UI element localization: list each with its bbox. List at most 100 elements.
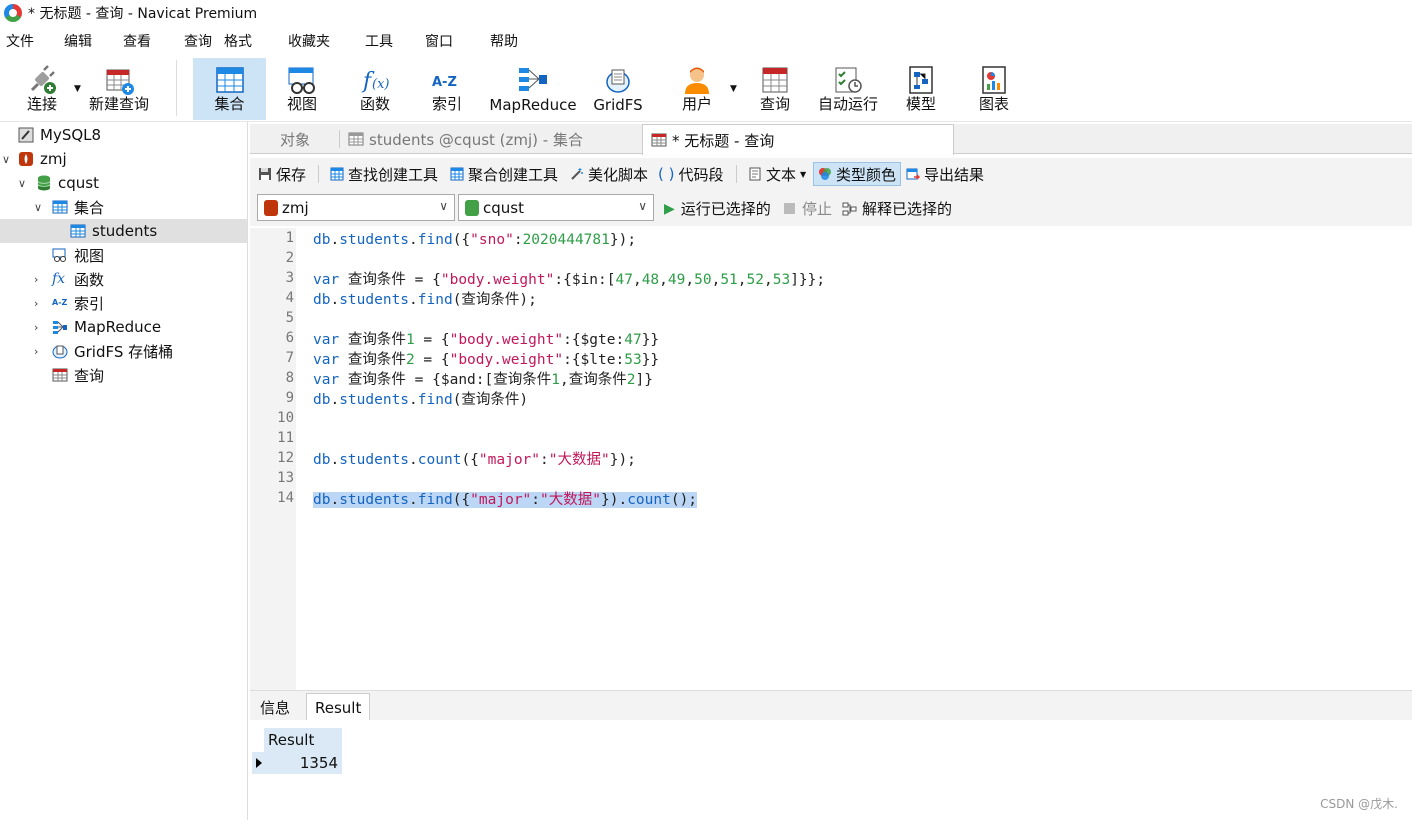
- document-icon: [749, 167, 761, 181]
- menu-edit[interactable]: 编辑: [60, 31, 96, 51]
- toolbar-divider: [736, 165, 737, 183]
- line-number: 4: [285, 290, 294, 306]
- chevron-down-icon[interactable]: ∨: [18, 177, 26, 190]
- color-palette-icon: [819, 168, 831, 180]
- menu-file[interactable]: 文件: [2, 31, 38, 51]
- column-header-result[interactable]: Result: [264, 728, 342, 752]
- menu-query[interactable]: 查询: [180, 31, 216, 51]
- save-button[interactable]: 保存: [254, 162, 310, 186]
- run-selected-button[interactable]: ▶ 运行已选择的: [664, 198, 771, 219]
- result-cell[interactable]: 1354: [264, 752, 342, 774]
- database-icon: [37, 175, 51, 191]
- snippet-button[interactable]: ( ) 代码段: [654, 162, 728, 186]
- tree-item-collections[interactable]: ∨ 集合: [0, 195, 247, 219]
- query-icon: [762, 67, 788, 93]
- tab-students-collection[interactable]: students @cqust (zmj) - 集合: [340, 124, 640, 154]
- connection-select[interactable]: zmj ∨: [257, 194, 455, 221]
- model-icon: [909, 66, 933, 94]
- collection-button[interactable]: 集合: [193, 58, 266, 120]
- chevron-down-icon: ∨: [439, 199, 448, 213]
- parentheses-icon: ( ): [658, 165, 675, 183]
- code-line-selected: db.students.find({"major":"大数据"}).count(…: [313, 492, 698, 508]
- tab-objects[interactable]: 对象: [272, 124, 342, 154]
- toolbar-divider: [318, 165, 319, 183]
- line-number: 12: [277, 450, 294, 466]
- chevron-right-icon[interactable]: ›: [34, 321, 38, 334]
- tab-untitled-query[interactable]: * 无标题 - 查询: [642, 124, 954, 155]
- magic-wand-icon: [571, 168, 583, 180]
- text-view-button[interactable]: 文本 ▼: [744, 162, 810, 186]
- line-number: 10: [277, 410, 294, 426]
- new-query-button[interactable]: 新建查询: [86, 58, 152, 120]
- tree-item-cqust[interactable]: ∨ cqust: [0, 171, 247, 195]
- tree-item-mysql8[interactable]: MySQL8: [0, 123, 247, 147]
- chevron-right-icon[interactable]: ›: [34, 345, 38, 358]
- chevron-down-icon[interactable]: ∨: [2, 153, 10, 166]
- tree-item-gridfs[interactable]: › GridFS 存储桶: [0, 339, 247, 363]
- code-line: db.students.find(查询条件);: [313, 292, 537, 308]
- chevron-down-icon[interactable]: ▼: [730, 84, 737, 94]
- database-select[interactable]: cqust ∨: [458, 194, 654, 221]
- chart-button[interactable]: 图表: [966, 58, 1022, 120]
- menu-format[interactable]: 格式: [220, 31, 256, 51]
- aggregate-builder-button[interactable]: 聚合创建工具: [446, 162, 562, 186]
- query-context-bar: zmj ∨ cqust ∨ ▶ 运行已选择的 停止 解释已选择的: [250, 190, 1412, 226]
- schedule-icon: [835, 67, 862, 93]
- line-number: 7: [285, 350, 294, 366]
- menu-favorites[interactable]: 收藏夹: [284, 31, 334, 51]
- main-toolbar: 连接 ▼ 新建查询 集合 视图 f (x) 函数 A-Z 索引 MapReduc…: [0, 54, 1412, 122]
- explain-selected-button[interactable]: 解释已选择的: [842, 198, 952, 219]
- tab-result[interactable]: Result: [306, 693, 371, 721]
- view-icon: [52, 248, 66, 262]
- function-button[interactable]: f (x) 函数: [346, 58, 404, 120]
- find-builder-button[interactable]: 查找创建工具: [326, 162, 442, 186]
- code-line: db.students.count({"major":"大数据"});: [313, 452, 636, 468]
- mapreduce-button[interactable]: MapReduce: [486, 58, 580, 120]
- query-button[interactable]: 查询: [748, 58, 802, 120]
- tree-item-views[interactable]: 视图: [0, 243, 247, 267]
- menu-help[interactable]: 帮助: [486, 31, 522, 51]
- auto-run-button[interactable]: 自动运行: [814, 58, 882, 120]
- function-icon: f (x): [361, 69, 389, 94]
- view-button[interactable]: 视图: [272, 58, 332, 120]
- result-tabs: 信息 Result: [250, 690, 1412, 721]
- line-number: 14: [277, 490, 294, 506]
- explain-icon: [842, 202, 857, 215]
- line-number: 2: [285, 250, 294, 266]
- export-icon: [906, 168, 920, 180]
- tree-item-mapreduce[interactable]: › MapReduce: [0, 315, 247, 339]
- stop-button[interactable]: 停止: [784, 198, 832, 219]
- menu-view[interactable]: 查看: [119, 31, 155, 51]
- tree-item-zmj[interactable]: ∨ zmj: [0, 147, 247, 171]
- line-number: 9: [285, 390, 294, 406]
- index-button[interactable]: A-Z 索引: [418, 58, 476, 120]
- line-number: 1: [285, 230, 294, 246]
- connect-button[interactable]: 连接: [14, 58, 70, 120]
- row-pointer-icon[interactable]: [252, 752, 264, 774]
- mongodb-connection-icon: [264, 200, 278, 216]
- chevron-right-icon[interactable]: ›: [34, 297, 38, 310]
- query-toolbar: 保存 查找创建工具 聚合创建工具 美化脚本 ( ) 代码段 文本 ▼ 类型颜色 …: [250, 158, 1412, 190]
- model-button[interactable]: 模型: [894, 58, 948, 120]
- gridfs-button[interactable]: GridFS: [590, 58, 646, 120]
- menu-tools[interactable]: 工具: [361, 31, 397, 51]
- chevron-down-icon[interactable]: ▼: [800, 170, 806, 179]
- code-editor[interactable]: 1 2 3 4 5 6 7 8 9 10 11 12 13 14 db.stud…: [250, 228, 1412, 690]
- export-results-button[interactable]: 导出结果: [902, 162, 988, 186]
- save-icon: [259, 168, 271, 180]
- chevron-down-icon[interactable]: ▼: [74, 84, 81, 94]
- gridfs-icon: [606, 69, 630, 93]
- tree-item-indexes[interactable]: › A-Z 索引: [0, 291, 247, 315]
- line-number: 8: [285, 370, 294, 386]
- tree-item-queries[interactable]: 查询: [0, 363, 247, 387]
- type-color-button[interactable]: 类型颜色: [813, 162, 902, 186]
- tree-item-students[interactable]: students: [0, 219, 247, 243]
- chevron-right-icon[interactable]: ›: [34, 273, 38, 286]
- tree-item-functions[interactable]: › fx 函数: [0, 267, 247, 291]
- beautify-button[interactable]: 美化脚本: [566, 162, 652, 186]
- chevron-down-icon[interactable]: ∨: [34, 201, 42, 214]
- tab-info[interactable]: 信息: [252, 693, 298, 721]
- user-button[interactable]: 用户: [670, 58, 724, 120]
- mapreduce-icon: [519, 68, 547, 91]
- menu-window[interactable]: 窗口: [421, 31, 457, 51]
